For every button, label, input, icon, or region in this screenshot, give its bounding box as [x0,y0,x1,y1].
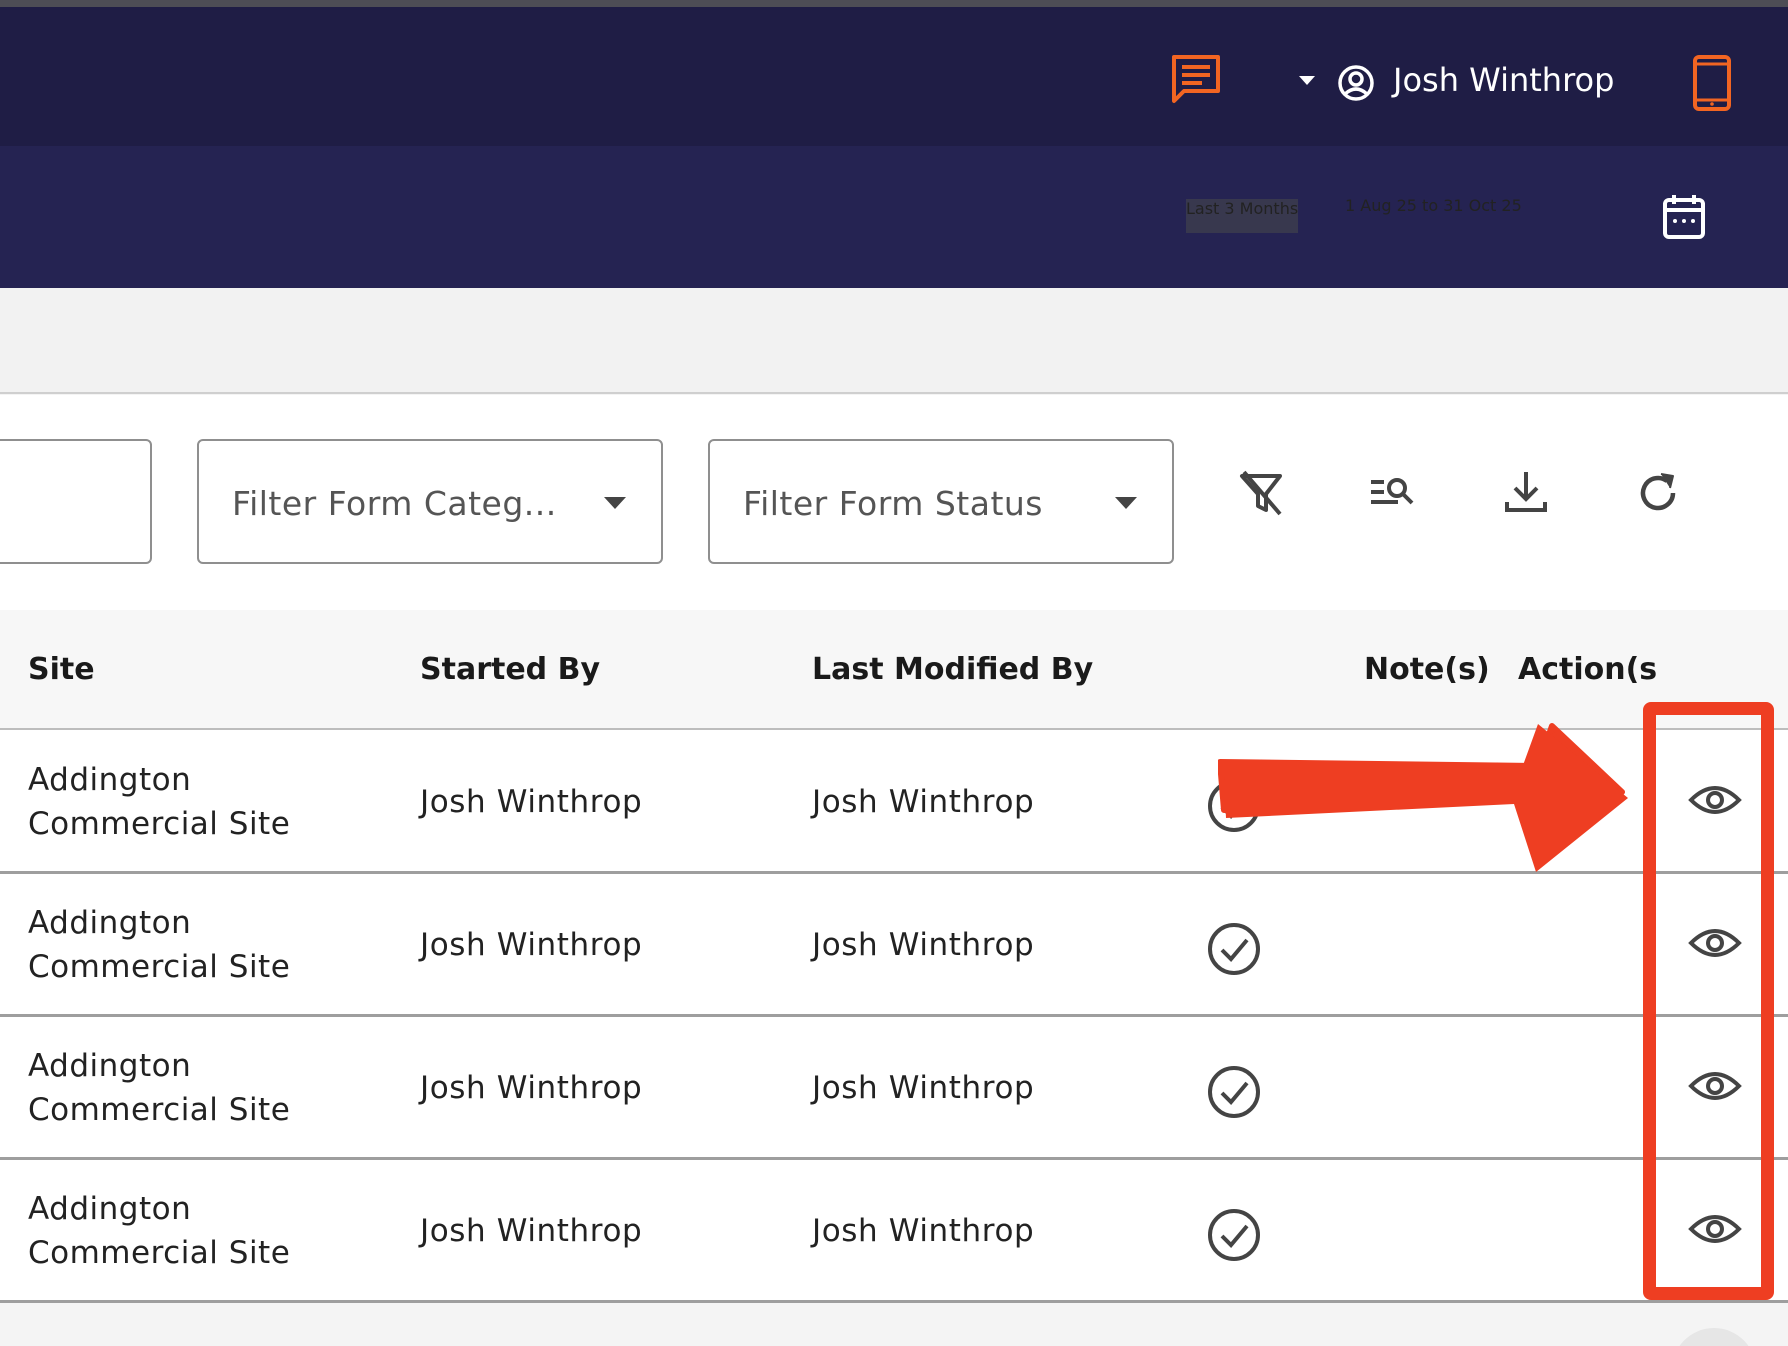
table-row[interactable]: Addington Commercial Site Josh Winthrop … [0,1017,1788,1160]
column-header-last-modified-by[interactable]: Last Modified By [812,652,1093,687]
started-by-cell: Josh Winthrop [420,1070,643,1106]
chat-icon[interactable] [1168,51,1224,107]
date-range-bar [0,146,1788,288]
page-footer-area [0,1303,1788,1346]
table-row[interactable]: Addington Commercial Site Josh Winthrop … [0,1160,1788,1303]
form-category-placeholder: Filter Form Categ... [232,484,557,523]
column-header-started-by[interactable]: Started By [420,652,600,687]
clear-filter-icon[interactable] [1236,468,1286,518]
check-circle-icon [1208,923,1260,975]
download-icon[interactable] [1501,468,1551,518]
search-list-icon[interactable] [1368,468,1418,518]
site-name-line1: Addington [28,762,192,798]
started-by-cell: Josh Winthrop [420,927,643,963]
last-modified-by-cell: Josh Winthrop [812,1213,1035,1249]
site-name-line1: Addington [28,1048,192,1084]
site-cell: Addington Commercial Site [28,901,290,989]
last-modified-by-cell: Josh Winthrop [812,784,1035,820]
chevron-down-icon [604,497,626,509]
site-name-line2: Commercial Site [28,949,291,985]
site-cell: Addington Commercial Site [28,758,290,846]
eye-icon[interactable] [1688,1209,1742,1249]
chevron-down-icon [1115,497,1137,509]
site-name-line2: Commercial Site [28,806,291,842]
chevron-down-icon[interactable] [1297,70,1317,90]
calendar-icon[interactable] [1661,193,1707,241]
column-header-actions: Action(s [1518,652,1658,687]
user-menu-name[interactable]: Josh Winthrop [1393,61,1614,99]
date-range-text[interactable]: 1 Aug 25 to 31 Oct 25 [1345,196,1522,215]
eye-icon[interactable] [1688,1066,1742,1106]
top-navigation-bar: Josh Winthrop [0,0,1788,146]
search-input[interactable] [0,439,152,564]
column-header-notes[interactable]: Note(s) [1364,652,1490,687]
user-circle-icon [1338,65,1374,101]
site-cell: Addington Commercial Site [28,1187,290,1275]
table-row[interactable]: Addington Commercial Site Josh Winthrop … [0,874,1788,1017]
page-spacer [0,288,1788,394]
started-by-cell: Josh Winthrop [420,1213,643,1249]
form-status-filter[interactable]: Filter Form Status [708,439,1174,564]
table-row[interactable]: Addington Commercial Site Josh Winthrop … [0,731,1788,874]
refresh-icon[interactable] [1633,468,1683,518]
eye-icon[interactable] [1688,923,1742,963]
check-circle-icon [1208,780,1260,832]
check-circle-icon [1208,1209,1260,1261]
mobile-device-icon[interactable] [1690,54,1734,112]
site-cell: Addington Commercial Site [28,1044,290,1132]
site-name-line2: Commercial Site [28,1092,291,1128]
date-preset-badge[interactable]: Last 3 Months [1186,199,1299,233]
last-modified-by-cell: Josh Winthrop [812,927,1035,963]
site-name-line2: Commercial Site [28,1235,291,1271]
last-modified-by-cell: Josh Winthrop [812,1070,1035,1106]
eye-icon[interactable] [1688,780,1742,820]
check-circle-icon [1208,1066,1260,1118]
site-name-line1: Addington [28,905,192,941]
site-name-line1: Addington [28,1191,192,1227]
form-category-filter[interactable]: Filter Form Categ... [197,439,663,564]
column-header-site[interactable]: Site [28,652,95,687]
started-by-cell: Josh Winthrop [420,784,643,820]
form-status-placeholder: Filter Form Status [743,484,1043,523]
